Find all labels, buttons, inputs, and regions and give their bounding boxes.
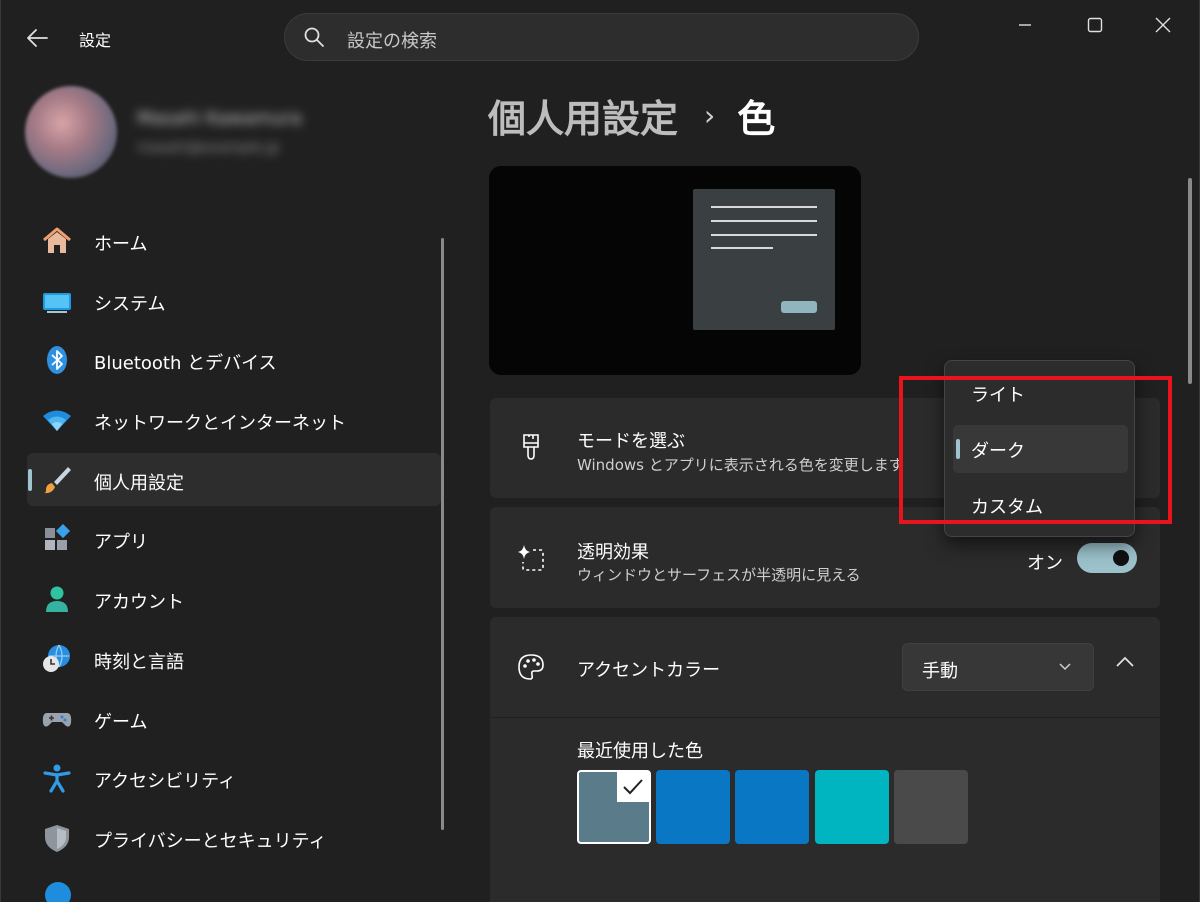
color-swatch[interactable] [815, 770, 889, 844]
mode-title: モードを選ぶ [577, 431, 685, 452]
color-swatch[interactable] [656, 770, 730, 844]
chevron-down-icon [1059, 663, 1071, 671]
minimize-button[interactable] [1008, 10, 1042, 40]
selection-indicator [28, 468, 32, 491]
sidebar-item-label: 時刻と言語 [94, 651, 184, 673]
home-icon [43, 227, 71, 253]
breadcrumb-parent[interactable]: 個人用設定 [488, 88, 678, 143]
shield-icon [45, 824, 69, 852]
sidebar-item-home[interactable]: ホーム [27, 214, 441, 267]
avatar[interactable] [25, 86, 117, 178]
time-language-icon [43, 644, 70, 672]
breadcrumb: 個人用設定 › 色 [488, 88, 775, 143]
search-placeholder: 設定の検索 [347, 31, 437, 52]
transparency-toggle[interactable] [1077, 543, 1137, 573]
toggle-state-label: オン [1027, 553, 1063, 574]
breadcrumb-separator: › [704, 99, 716, 132]
brush-icon [523, 434, 539, 460]
sidebar-item-accounts[interactable]: アカウント [27, 572, 441, 625]
system-monitor-icon [43, 292, 71, 313]
sidebar-nav: ホーム システム Bluetooth とデバイス ネットワークとインターネット … [27, 214, 441, 871]
apps-icon [45, 524, 71, 551]
preview-line [711, 234, 817, 236]
sidebar-item-time-language[interactable]: 時刻と言語 [27, 632, 441, 685]
collapse-button[interactable] [1113, 652, 1137, 672]
sidebar-item-accessibility[interactable]: アクセシビリティ [27, 751, 441, 804]
sidebar-item-label: ホーム [94, 234, 148, 255]
accent-title: アクセントカラー [577, 660, 721, 681]
user-name: Masahi Kawamura [137, 108, 302, 129]
accent-color-card: アクセントカラー 手動 [490, 617, 1160, 717]
account-icon [46, 586, 68, 613]
maximize-icon [1087, 17, 1103, 33]
preview-line [711, 220, 817, 222]
sidebar-scrollbar[interactable] [441, 238, 444, 830]
accent-mode-dropdown[interactable]: 手動 [902, 643, 1094, 691]
sidebar-item-label: Bluetooth とデバイス [94, 353, 277, 375]
sidebar-item-label: アカウント [94, 592, 184, 614]
app-title: 設定 [79, 31, 112, 50]
accessibility-icon [43, 764, 71, 793]
sidebar-item-label: ゲーム [94, 711, 148, 733]
sidebar-item-label: 個人用設定 [94, 472, 184, 494]
sidebar-item-label: ネットワークとインターネット [94, 413, 346, 435]
sidebar-item-gaming[interactable]: ゲーム [27, 692, 441, 745]
maximize-button[interactable] [1078, 10, 1112, 40]
bluetooth-icon [47, 346, 67, 375]
sidebar-item-privacy[interactable]: プライバシーとセキュリティ [27, 811, 441, 864]
title-bar: 設定 設定の検索 [1, 0, 1200, 76]
settings-window: 設定 設定の検索 Masahi Kawamura masahi@example.… [0, 0, 1200, 902]
sidebar-item-apps[interactable]: アプリ [27, 512, 441, 565]
transparency-title: 透明効果 [577, 542, 649, 563]
palette-icon [518, 654, 544, 680]
recent-colors-panel: 最近使用した色 [490, 718, 1160, 902]
transparency-sparkle-icon [518, 545, 544, 571]
color-swatch[interactable] [735, 770, 809, 844]
sidebar-item-personalization[interactable]: 個人用設定 [27, 452, 441, 506]
preview-button [781, 301, 817, 313]
gamepad-icon [42, 712, 72, 727]
toggle-knob [1113, 550, 1129, 566]
transparency-subtitle: ウィンドウとサーフェスが半透明に見える [577, 566, 861, 584]
chevron-up-icon [1116, 656, 1134, 667]
search-box[interactable]: 設定の検索 [284, 13, 919, 61]
sidebar-item-bluetooth[interactable]: Bluetooth とデバイス [27, 333, 441, 386]
back-button[interactable] [23, 24, 53, 52]
sidebar-item-network[interactable]: ネットワークとインターネット [27, 393, 441, 446]
sidebar-item-label: システム [94, 293, 166, 315]
mode-subtitle: Windows とアプリに表示される色を変更します [577, 456, 904, 474]
sidebar-item-label: アプリ [94, 532, 148, 554]
dropdown-value: 手動 [922, 661, 958, 682]
recent-colors-title: 最近使用した色 [577, 741, 703, 762]
preview-line [711, 247, 773, 249]
back-arrow-icon [27, 29, 48, 47]
paintbrush-icon [44, 466, 71, 493]
close-button[interactable] [1146, 10, 1180, 40]
sidebar-item-label: アクセシビリティ [94, 771, 237, 793]
page-title: 色 [737, 97, 776, 141]
sidebar-item-update-icon [45, 882, 71, 902]
checkmark-icon [617, 772, 649, 802]
color-swatch[interactable] [577, 770, 651, 844]
sidebar-item-label: プライバシーとセキュリティ [94, 830, 327, 852]
close-icon [1155, 17, 1171, 33]
search-icon [304, 27, 324, 47]
user-email: masahi@example.jp [137, 140, 280, 156]
preview-window [693, 189, 835, 330]
sidebar-item-system[interactable]: システム [27, 274, 441, 327]
minimize-icon [1019, 24, 1031, 26]
wifi-icon [43, 410, 71, 432]
preview-line [711, 206, 817, 208]
color-swatch[interactable] [894, 770, 968, 844]
main-scrollbar[interactable] [1188, 178, 1192, 384]
theme-preview [489, 166, 861, 375]
annotation-highlight-box [899, 376, 1172, 524]
